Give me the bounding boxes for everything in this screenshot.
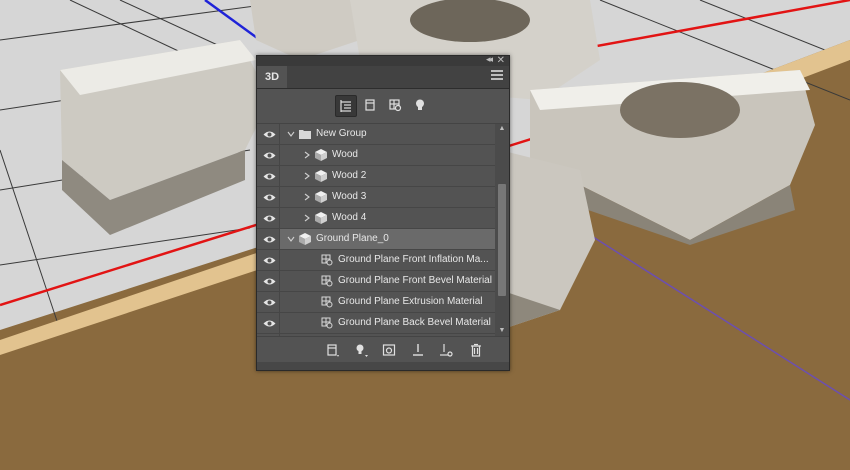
visibility-eye-icon[interactable] — [261, 208, 277, 228]
chevron-down-icon[interactable] — [286, 124, 296, 144]
layer-row[interactable]: Ground Plane_0 — [257, 229, 495, 250]
layer-label: Ground Plane Front Bevel Material — [338, 275, 492, 286]
layer-label: Ground Plane Back Bevel Material — [338, 317, 491, 328]
add-constraint-button[interactable] — [437, 341, 455, 359]
chevron-right-icon[interactable] — [302, 166, 312, 186]
layer-label: Ground Plane Extrusion Material — [338, 296, 483, 307]
material-icon — [320, 295, 334, 309]
lights-filter-icon — [416, 99, 424, 110]
layer-label: Wood 4 — [332, 212, 367, 223]
chevron-down-icon[interactable] — [286, 229, 296, 249]
material-icon — [320, 253, 334, 267]
panel-tab-row: 3D — [257, 66, 509, 89]
folder-icon — [298, 127, 312, 141]
filter-bar — [257, 89, 509, 124]
chevron-right-icon[interactable] — [302, 145, 312, 165]
render-icon — [382, 344, 396, 356]
3d-panel: ◂◂ ✕ 3D New Group Wood Wood 2 Wood 3 Woo… — [256, 54, 510, 371]
visibility-eye-icon[interactable] — [261, 187, 277, 207]
mesh-icon — [314, 169, 328, 183]
layer-label: Wood 3 — [332, 191, 367, 202]
layer-row[interactable]: Wood — [257, 145, 495, 166]
layer-name-cell[interactable]: Wood 2 — [280, 166, 495, 186]
materials-filter-button[interactable] — [385, 95, 405, 115]
layer-name-cell[interactable]: Ground Plane Extrusion Material — [280, 292, 495, 312]
layer-name-cell[interactable]: Ground Plane Front Bevel Material — [280, 271, 495, 291]
add-constraint-icon — [440, 344, 453, 357]
add-light-icon — [356, 344, 368, 357]
scroll-down-icon[interactable]: ▼ — [495, 326, 509, 336]
material-icon — [320, 316, 334, 330]
visibility-eye-icon[interactable] — [261, 166, 277, 186]
layer-list: New Group Wood Wood 2 Wood 3 Wood 4 Ground Pl… — [257, 124, 495, 336]
collapse-panel-icon[interactable]: ◂◂ — [486, 54, 493, 65]
mesh-icon — [314, 148, 328, 162]
visibility-eye-icon[interactable] — [261, 250, 277, 270]
mesh-icon — [314, 190, 328, 204]
add-mesh-button[interactable] — [323, 341, 341, 359]
layer-label: Ground Plane_0 — [316, 233, 389, 244]
material-icon — [320, 274, 334, 288]
layer-row[interactable]: Wood 2 — [257, 166, 495, 187]
drop-to-ground-button[interactable] — [409, 341, 427, 359]
panel-title-bar[interactable]: ◂◂ ✕ — [257, 54, 509, 66]
tab-3d[interactable]: 3D — [257, 66, 287, 88]
layer-label: Ground Plane Front Inflation Ma... — [338, 254, 489, 265]
add-mesh-icon — [327, 344, 339, 357]
layer-name-cell[interactable]: Wood — [280, 145, 495, 165]
chevron-right-icon[interactable] — [302, 187, 312, 207]
layer-name-cell[interactable]: Ground Plane_0 — [280, 229, 495, 249]
drop-to-ground-icon — [413, 344, 423, 356]
scene-filter-icon — [340, 100, 351, 112]
layer-name-cell[interactable]: Wood 3 — [280, 187, 495, 207]
add-light-button[interactable] — [352, 341, 370, 359]
layer-row[interactable]: Ground Plane Extrusion Material — [257, 292, 495, 313]
layer-scrollbar[interactable]: ▲ ▼ — [495, 124, 509, 336]
chevron-right-icon[interactable] — [302, 208, 312, 228]
trash-icon — [471, 343, 481, 357]
layer-label: New Group — [316, 128, 367, 139]
layer-name-cell[interactable]: Wood 4 — [280, 208, 495, 228]
visibility-eye-icon[interactable] — [261, 271, 277, 291]
layer-label: Wood — [332, 149, 358, 160]
scroll-thumb[interactable] — [498, 184, 506, 296]
layer-row[interactable]: Wood 3 — [257, 187, 495, 208]
lights-filter-button[interactable] — [410, 95, 430, 115]
layer-name-cell[interactable]: New Group — [280, 124, 495, 144]
mesh-icon — [314, 211, 328, 225]
visibility-eye-icon[interactable] — [261, 145, 277, 165]
render-button[interactable] — [380, 341, 398, 359]
delete-button[interactable] — [467, 341, 485, 359]
layer-row[interactable]: New Group — [257, 124, 495, 145]
panel-bottom-toolbar — [257, 336, 509, 363]
panel-menu-icon[interactable] — [491, 70, 503, 82]
layer-name-cell[interactable]: Ground Plane Back Bevel Material — [280, 313, 495, 333]
layer-label: Wood 2 — [332, 170, 367, 181]
visibility-eye-icon[interactable] — [261, 124, 277, 144]
visibility-eye-icon[interactable] — [261, 292, 277, 312]
mesh-icon — [298, 232, 312, 246]
layer-row[interactable]: Ground Plane Front Inflation Ma... — [257, 250, 495, 271]
layer-row[interactable]: Wood 4 — [257, 208, 495, 229]
meshes-filter-icon — [365, 99, 375, 111]
close-panel-icon[interactable]: ✕ — [497, 55, 505, 66]
visibility-eye-icon[interactable] — [261, 313, 277, 333]
layer-row[interactable]: Ground Plane Back Bevel Material — [257, 313, 495, 334]
scene-filter-button[interactable] — [335, 95, 357, 117]
meshes-filter-button[interactable] — [360, 95, 380, 115]
layer-name-cell[interactable]: Ground Plane Front Inflation Ma... — [280, 250, 495, 270]
scroll-up-icon[interactable]: ▲ — [495, 124, 509, 134]
layer-row[interactable]: Ground Plane Front Bevel Material — [257, 271, 495, 292]
panel-resize-grip[interactable] — [257, 362, 509, 370]
visibility-eye-icon[interactable] — [261, 229, 277, 249]
materials-filter-icon — [389, 99, 402, 112]
